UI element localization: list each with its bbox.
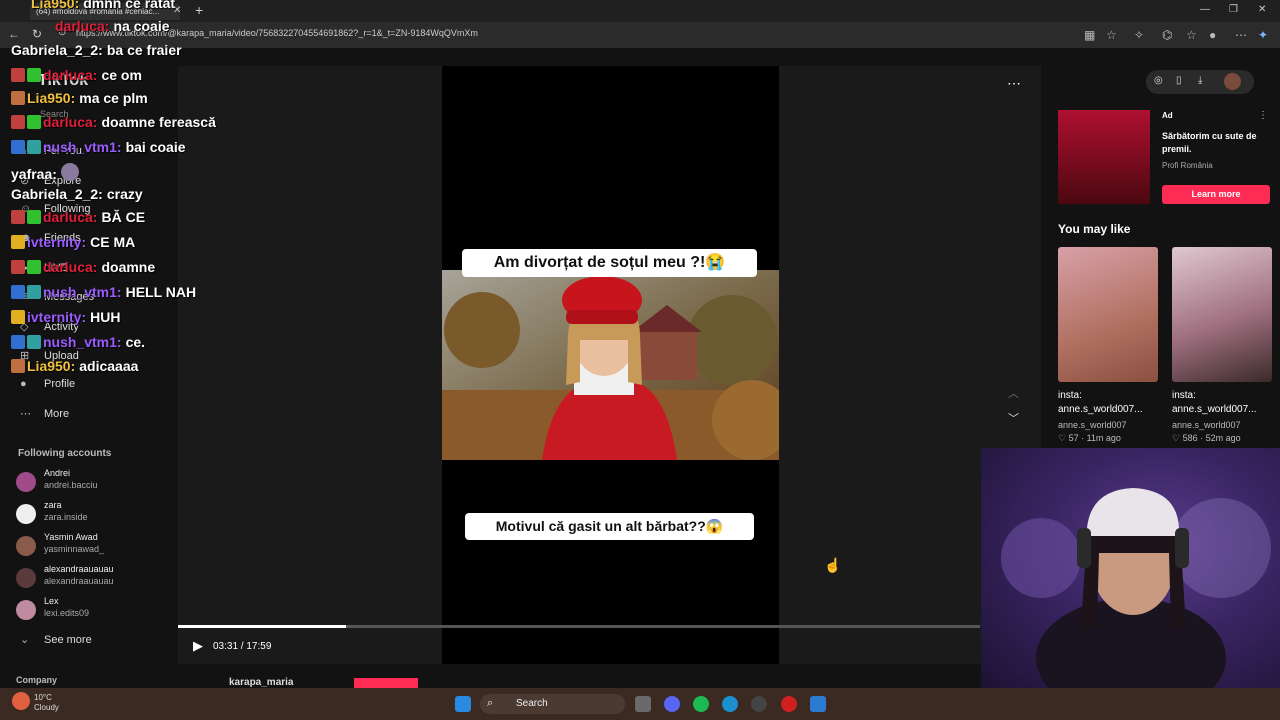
ad-more-icon[interactable]: ⋮ xyxy=(1258,110,1268,121)
channel-name[interactable]: karapa_maria xyxy=(229,677,294,688)
app-icon[interactable] xyxy=(810,696,826,712)
profile-avatar-icon[interactable]: ● xyxy=(1209,28,1216,42)
avatar xyxy=(16,536,36,556)
copilot-icon[interactable]: ✦ xyxy=(1258,28,1268,42)
badge-icon xyxy=(11,335,25,349)
badge-icon xyxy=(27,260,41,274)
chat-message: Lia950: ma ce plm xyxy=(11,90,148,106)
toolbar-pill: ◎ ▯ ⤓ xyxy=(1146,70,1254,94)
download-icon[interactable]: ⤓ xyxy=(1198,75,1202,86)
minimize-icon[interactable]: — xyxy=(1200,4,1210,15)
chat-message: ivternity: HUH xyxy=(11,309,120,325)
weather-icon[interactable] xyxy=(12,692,30,710)
video-caption-bottom: Motivul că gasit un alt bărbat??😱 xyxy=(465,513,754,540)
follow-button[interactable] xyxy=(354,678,418,688)
badge-icon xyxy=(11,210,25,224)
favorites-icon[interactable]: ☆ xyxy=(1186,28,1197,42)
chat-message: darluca: na coaie xyxy=(55,18,170,34)
spotify-icon[interactable] xyxy=(693,696,709,712)
ad-brand: Profi România xyxy=(1162,161,1213,170)
badge-icon xyxy=(27,140,41,154)
chat-message: Lia950: adicaaaa xyxy=(11,358,138,374)
video-caption-top: Am divorțat de soțul meu ?!😭 xyxy=(462,249,757,277)
more-icon: ⋯ xyxy=(20,408,31,420)
taskbar-search[interactable]: Search xyxy=(480,694,625,714)
star-icon[interactable]: ☆ xyxy=(1106,28,1117,42)
app-icon[interactable]: ▦ xyxy=(1084,28,1095,42)
discord-icon[interactable] xyxy=(664,696,680,712)
company-heading: Company xyxy=(16,675,58,685)
avatar xyxy=(16,600,36,620)
start-icon[interactable] xyxy=(455,696,471,712)
close-window-icon[interactable]: ✕ xyxy=(1258,4,1266,15)
hand-cursor-icon: ☝ xyxy=(824,557,842,573)
chat-message: darluca: ce om xyxy=(11,67,142,83)
webcam-overlay xyxy=(981,448,1280,688)
chat-message: Gabriela_2_2: crazy xyxy=(11,186,143,202)
video-image xyxy=(442,270,779,460)
chevron-down-icon: ⌄ xyxy=(20,634,30,646)
chat-message: Gabriela_2_2: ba ce fraier xyxy=(11,42,182,58)
badge-icon xyxy=(27,115,41,129)
chat-message: Lia950: dmnn ce ratat xyxy=(31,0,176,11)
video-timecode: 03:31 / 17:59 xyxy=(213,641,272,652)
see-more-link[interactable]: ⌄ See more xyxy=(20,633,92,646)
avatar xyxy=(16,504,36,524)
progress-fill xyxy=(178,625,347,628)
obs-icon[interactable] xyxy=(751,696,767,712)
task-view-icon[interactable] xyxy=(635,696,651,712)
chat-message: darluca: doamne xyxy=(11,259,155,275)
badge-icon xyxy=(11,68,25,82)
edge-icon[interactable] xyxy=(722,696,738,712)
badge-icon xyxy=(27,68,41,82)
learn-more-button[interactable]: Learn more xyxy=(1162,185,1270,204)
crown-badge-icon xyxy=(11,235,25,249)
chevron-down-icon[interactable]: ﹀ xyxy=(1008,410,1019,426)
progress-bar[interactable] xyxy=(178,625,980,628)
video-thumbnail xyxy=(1058,247,1158,382)
app-icon[interactable] xyxy=(781,696,797,712)
chat-message: nush_vtm1: bai coaie xyxy=(11,139,186,155)
more-options-icon[interactable]: ⋯ xyxy=(1007,75,1021,92)
crown-badge-icon xyxy=(11,310,25,324)
you-may-like-heading: You may like xyxy=(1058,222,1131,236)
maximize-icon[interactable]: ❐ xyxy=(1229,4,1238,15)
chat-message: nush_vtm1: HELL NAH xyxy=(11,284,196,300)
badge-icon xyxy=(11,115,25,129)
badge-icon xyxy=(11,91,25,105)
settings-more-icon[interactable]: ⋯ xyxy=(1235,28,1247,42)
chat-message: ivternity: CE MA xyxy=(11,234,135,250)
badge-icon xyxy=(11,285,25,299)
ad-title: Sărbătorim cu sute de premii. xyxy=(1162,131,1257,154)
badge-icon xyxy=(11,260,25,274)
phone-icon[interactable]: ▯ xyxy=(1176,75,1182,86)
badge-icon xyxy=(11,359,25,373)
chat-message: yafraa: xyxy=(11,163,81,182)
chat-message: nush_vtm1: ce. xyxy=(11,334,145,350)
channel-bar xyxy=(178,676,980,688)
chat-message: darluca: doamne ferească xyxy=(11,114,216,130)
emote-icon xyxy=(60,163,79,181)
search-icon: ⌕ xyxy=(487,697,494,709)
weather-widget[interactable]: 10°C Cloudy xyxy=(34,693,59,713)
video-thumbnail xyxy=(1172,247,1272,382)
badge-icon xyxy=(27,335,41,349)
following-accounts-heading: Following accounts xyxy=(18,448,112,459)
avatar xyxy=(16,472,36,492)
badge-icon xyxy=(27,285,41,299)
chevron-up-icon[interactable]: ︿ xyxy=(1008,385,1019,401)
compass-icon[interactable]: ◎ xyxy=(1154,75,1163,86)
play-icon[interactable]: ▶ xyxy=(193,638,203,654)
chat-message: darluca: BĂ CE xyxy=(11,209,145,225)
extension-icon[interactable]: ✧ xyxy=(1134,28,1144,42)
sidebar-item-more[interactable]: ⋯ More xyxy=(20,407,69,420)
stream-chat-overlay: Lia950: dmnn ce ratat darluca: na coaie Ga… xyxy=(0,0,260,380)
ad-label: Ad xyxy=(1162,111,1173,120)
avatar[interactable] xyxy=(1224,73,1241,90)
badge-icon xyxy=(11,140,25,154)
ad-thumbnail[interactable] xyxy=(1058,110,1150,204)
split-icon[interactable]: ⌬ xyxy=(1162,28,1172,42)
badge-icon xyxy=(27,210,41,224)
avatar xyxy=(16,568,36,588)
